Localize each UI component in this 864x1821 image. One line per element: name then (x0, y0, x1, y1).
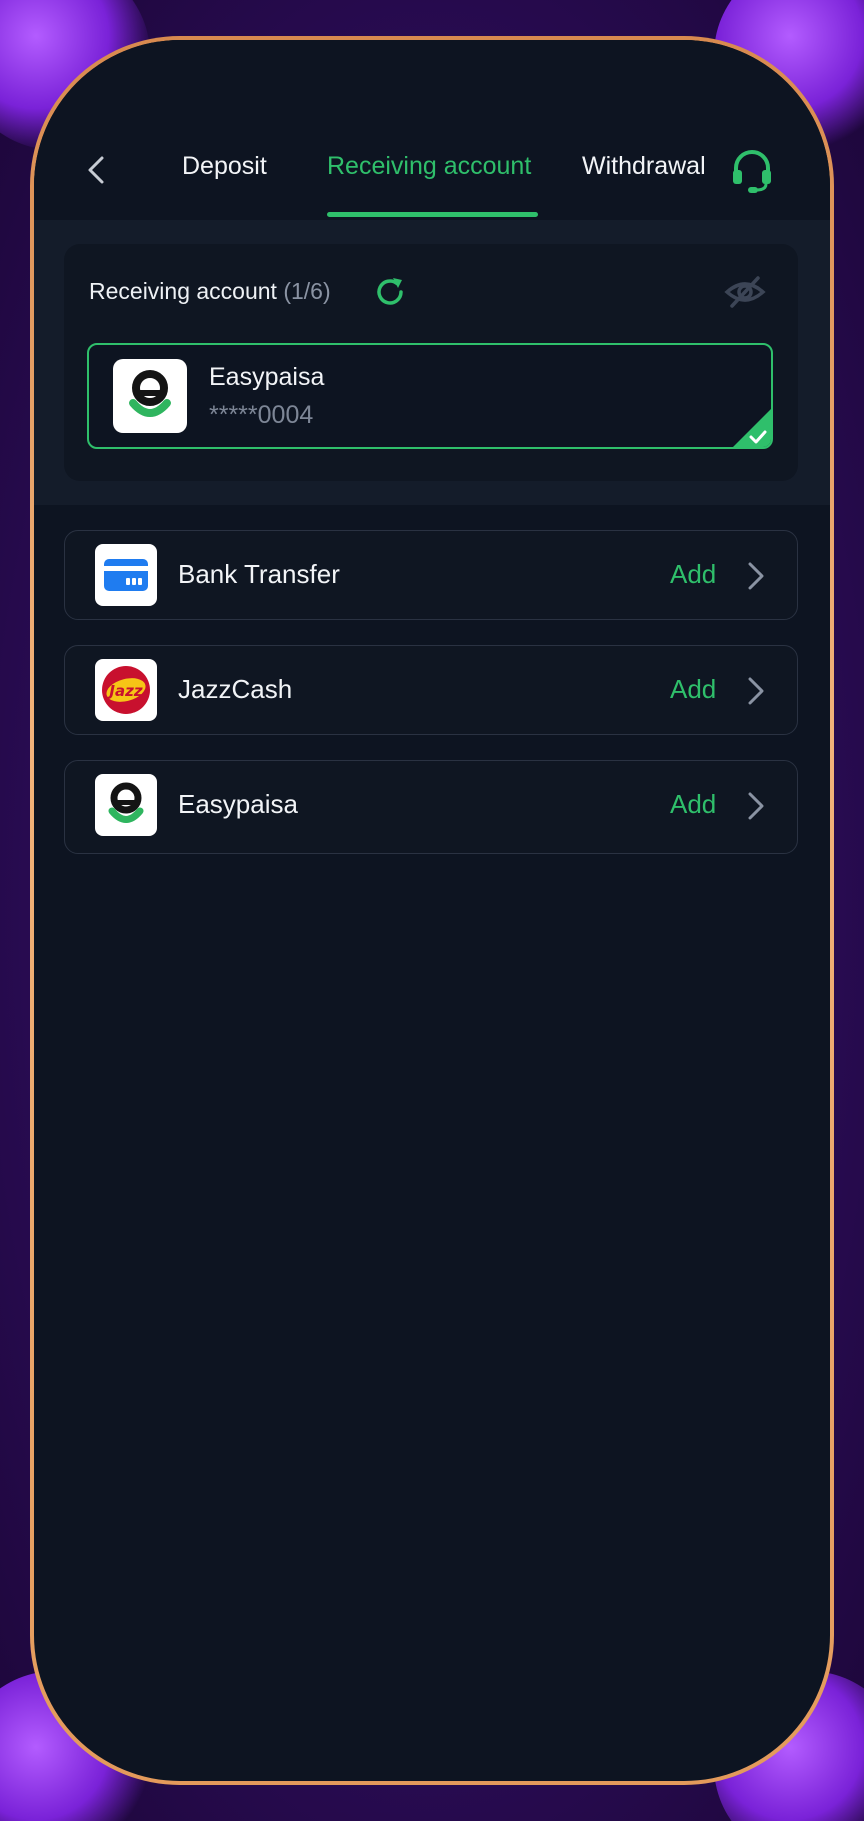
chevron-right-icon (748, 562, 764, 590)
method-label: Bank Transfer (178, 559, 340, 589)
support-button[interactable] (728, 146, 776, 194)
tab-withdrawal[interactable]: Withdrawal (582, 152, 712, 181)
method-label: JazzCash (178, 674, 293, 704)
account-name: Easypaisa (209, 363, 325, 391)
headset-icon (733, 150, 771, 193)
chevron-right-icon (748, 792, 764, 820)
method-easypaisa[interactable]: Easypaisa Add (64, 760, 798, 854)
eye-off-icon (724, 276, 766, 308)
receiving-count: (1/6) (283, 278, 331, 304)
add-button[interactable]: Add (670, 789, 716, 820)
selected-check-icon (733, 409, 771, 447)
add-button[interactable]: Add (670, 559, 716, 590)
active-tab-indicator (327, 212, 538, 217)
receiving-title: Receiving account (1/6) (89, 278, 331, 305)
chevron-right-icon (748, 677, 764, 705)
top-nav: Deposit Receiving account Withdrawal (34, 40, 830, 220)
jazzcash-logo: Jazz (95, 659, 157, 721)
selected-account-card[interactable]: Easypaisa *****0004 (87, 343, 773, 449)
easypaisa-logo (95, 774, 157, 836)
bank-card-icon (95, 544, 157, 606)
svg-text:Jazz: Jazz (106, 682, 142, 700)
method-jazzcash[interactable]: Jazz JazzCash Add (64, 645, 798, 735)
back-button[interactable] (82, 150, 112, 190)
device-background: Deposit Receiving account Withdrawal Rec… (0, 0, 864, 1821)
refresh-icon (377, 278, 403, 305)
add-button[interactable]: Add (670, 674, 716, 705)
receiving-title-label: Receiving account (89, 278, 277, 304)
tab-receiving-account[interactable]: Receiving account (327, 152, 531, 181)
method-bank-transfer[interactable]: Bank Transfer Add (64, 530, 798, 620)
account-number: *****0004 (209, 401, 314, 429)
refresh-button[interactable] (372, 274, 408, 310)
easypaisa-logo (113, 359, 187, 433)
tab-deposit[interactable]: Deposit (182, 152, 267, 181)
chevron-left-icon (88, 156, 104, 184)
method-label: Easypaisa (178, 789, 298, 819)
app-screen: Deposit Receiving account Withdrawal Rec… (34, 40, 830, 1781)
toggle-visibility-button[interactable] (724, 274, 766, 310)
